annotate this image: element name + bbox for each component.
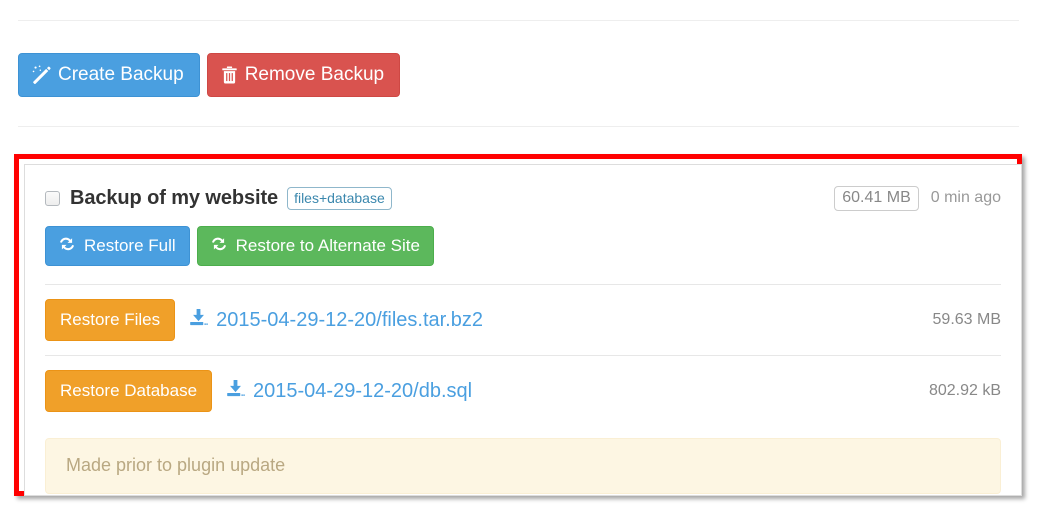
restore-files-button[interactable]: Restore Files (45, 299, 176, 341)
restore-database-label: Restore Database (60, 381, 198, 400)
create-backup-button[interactable]: Create Backup (18, 53, 200, 97)
database-download-text: 2015-04-29-12-20/db.sql (253, 379, 473, 402)
trash-icon (221, 65, 238, 84)
create-backup-label: Create Backup (58, 64, 184, 85)
magic-wand-icon (32, 65, 51, 84)
restore-actions: Restore Full Restore to Alternate Site (45, 226, 1001, 284)
backup-header-row: Backup of my website files+database 60.4… (45, 183, 1001, 213)
divider-top (18, 20, 1019, 21)
backup-select-checkbox[interactable] (45, 190, 60, 206)
restore-alternate-site-label: Restore to Alternate Site (235, 236, 420, 255)
backup-time-ago: 0 min ago (930, 189, 1001, 206)
backup-file-row-files: Restore Files 2015-04-29-12-20/files.tar… (45, 284, 1001, 355)
backup-header-meta: 60.41 MB 0 min ago (834, 185, 1001, 211)
backup-card: Backup of my website files+database 60.4… (24, 164, 1022, 496)
backup-total-size: 60.41 MB (834, 185, 919, 211)
files-size: 59.63 MB (932, 311, 1001, 328)
remove-backup-label: Remove Backup (244, 64, 385, 85)
restore-full-label: Restore Full (84, 236, 176, 255)
refresh-icon (58, 236, 76, 255)
files-download-link[interactable]: 2015-04-29-12-20/files.tar.bz2 (189, 308, 483, 333)
database-size: 802.92 kB (928, 382, 1001, 399)
backup-toolbar: Create Backup Remove Backup (18, 53, 401, 97)
restore-files-label: Restore Files (60, 310, 161, 329)
annotation-highlight-rectangle: Backup of my website files+database 60.4… (14, 154, 1022, 496)
refresh-icon (210, 236, 228, 255)
restore-alternate-site-button[interactable]: Restore to Alternate Site (196, 226, 434, 266)
remove-backup-button[interactable]: Remove Backup (206, 53, 401, 97)
backup-title: Backup of my website (70, 186, 279, 209)
restore-full-button[interactable]: Restore Full (45, 226, 190, 266)
download-icon (226, 379, 245, 404)
divider-middle (18, 126, 1019, 127)
files-download-text: 2015-04-29-12-20/files.tar.bz2 (216, 308, 483, 331)
download-icon (189, 308, 208, 333)
backup-file-row-database: Restore Database 2015-04-29-12-20/db.sql (45, 355, 1001, 426)
database-download-link[interactable]: 2015-04-29-12-20/db.sql (226, 379, 472, 404)
backup-page: Create Backup Remove Backup Backup of my… (0, 0, 1037, 512)
backup-note[interactable]: Made prior to plugin update (45, 438, 1001, 494)
restore-database-button[interactable]: Restore Database (45, 370, 213, 412)
backup-type-badge: files+database (287, 186, 392, 210)
